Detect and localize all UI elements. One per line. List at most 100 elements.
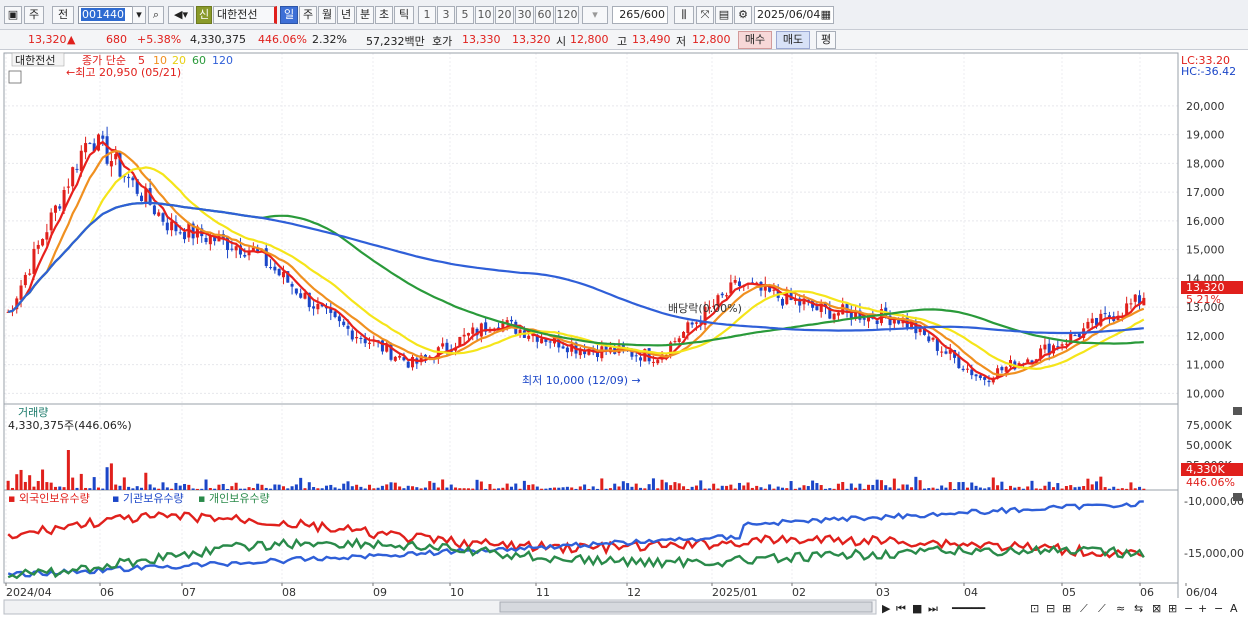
- volume-bar: [544, 488, 548, 490]
- candle-body: [647, 348, 651, 362]
- interval-30[interactable]: 30: [515, 6, 534, 24]
- speaker-icon[interactable]: ◀▾: [168, 6, 194, 24]
- buy-button[interactable]: 매수: [738, 31, 772, 49]
- tool-8-icon[interactable]: ⊠: [1152, 602, 1161, 615]
- period-day[interactable]: 일: [280, 6, 298, 24]
- interval-3[interactable]: 3: [437, 6, 455, 24]
- volume-bar: [656, 488, 660, 490]
- cross-icon[interactable]: ⤧: [696, 6, 714, 24]
- volume-bar: [316, 488, 320, 490]
- period-month[interactable]: 월: [318, 6, 336, 24]
- tool-6-icon[interactable]: ≈: [1116, 602, 1125, 615]
- candle-body: [355, 336, 359, 339]
- quote-bar: 13,320 ▲ 680 +5.38% 4,330,375 446.06% 2.…: [0, 30, 1248, 50]
- tool-9-icon[interactable]: ⊞: [1168, 602, 1177, 615]
- zoom-out-icon[interactable]: −: [1184, 602, 1193, 615]
- tool-2-icon[interactable]: ⊟: [1046, 602, 1055, 615]
- chart-menu-icon[interactable]: ▣: [4, 6, 22, 24]
- volume-bar: [535, 486, 539, 490]
- volume-bar: [867, 484, 871, 490]
- volume-bar: [987, 487, 991, 490]
- search-icon[interactable]: ⌕: [148, 6, 164, 24]
- candle-body: [686, 322, 690, 333]
- period-tick[interactable]: 틱: [394, 6, 414, 24]
- zoom-in-icon[interactable]: +: [1198, 602, 1207, 615]
- volume-bar: [277, 484, 281, 490]
- interval-120[interactable]: 120: [555, 6, 579, 24]
- tool-1-icon[interactable]: ⊡: [1030, 602, 1039, 615]
- calendar-icon[interactable]: ▦: [821, 7, 831, 23]
- stock-name-field[interactable]: 대한전선: [213, 6, 277, 24]
- candle-body: [780, 298, 784, 306]
- candle-body: [303, 292, 307, 299]
- volume-bar: [290, 486, 294, 490]
- candle-body: [152, 205, 156, 215]
- holdings-panel-close-icon[interactable]: [1233, 493, 1242, 501]
- volume-bar: [879, 480, 883, 490]
- scope-select[interactable]: 전: [52, 6, 74, 24]
- candle-body: [75, 168, 79, 170]
- interval-1[interactable]: 1: [418, 6, 436, 24]
- volume-bar: [643, 488, 647, 490]
- period-week[interactable]: 주: [299, 6, 317, 24]
- candle-body: [548, 341, 552, 343]
- volume-bar: [922, 488, 926, 490]
- candle-body: [380, 340, 384, 352]
- period-year[interactable]: 년: [337, 6, 355, 24]
- low-marker: 최저 10,000 (12/09) →: [522, 374, 641, 387]
- volume-bar: [892, 478, 896, 490]
- volume-bar: [294, 484, 298, 490]
- candle-type-icon[interactable]: ⫼: [674, 6, 694, 24]
- stop-icon[interactable]: ■: [912, 602, 922, 615]
- tool-4-icon[interactable]: ⟋: [1080, 602, 1088, 615]
- zoom-slider-icon[interactable]: ━━━━━: [951, 602, 985, 615]
- minus-icon[interactable]: −: [1214, 602, 1223, 615]
- open-value: 12,800: [570, 33, 609, 46]
- market-select[interactable]: 주: [24, 6, 44, 24]
- gear-icon[interactable]: ⚙: [734, 6, 752, 24]
- date-field[interactable]: 2025/06/04 ▦: [754, 6, 834, 24]
- sell-button[interactable]: 매도: [776, 31, 810, 49]
- volume-bar: [307, 482, 311, 490]
- volume-bar: [733, 488, 737, 490]
- tool-7-icon[interactable]: ⇆: [1134, 602, 1143, 615]
- volume-bar: [1112, 486, 1116, 490]
- volume-bar: [415, 487, 419, 490]
- volume-bar: [849, 483, 853, 490]
- candle-body: [71, 167, 75, 187]
- interval-custom[interactable]: ▾: [582, 6, 608, 24]
- candle-body: [725, 295, 729, 297]
- change-pct: +5.38%: [137, 33, 182, 46]
- volume-bar: [6, 480, 10, 490]
- code-dropdown-icon[interactable]: ▾: [132, 6, 146, 24]
- volume-panel-close-icon[interactable]: [1233, 407, 1242, 415]
- period-second[interactable]: 초: [375, 6, 393, 24]
- scroll-start-icon[interactable]: ⏮: [896, 602, 906, 615]
- tool-5-icon[interactable]: ⟋: [1098, 602, 1106, 615]
- period-minute[interactable]: 분: [356, 6, 374, 24]
- interval-5[interactable]: 5: [456, 6, 474, 24]
- price-value: 13,320: [28, 33, 67, 46]
- volume-bar: [996, 485, 1000, 490]
- candle-body: [49, 212, 53, 231]
- volume-bar: [204, 479, 208, 490]
- volume-bar: [1086, 478, 1090, 490]
- hc-label: HC:-36.42: [1181, 65, 1236, 78]
- font-size-icon[interactable]: A: [1230, 602, 1238, 615]
- tool-3-icon[interactable]: ⊞: [1062, 602, 1071, 615]
- interval-60[interactable]: 60: [535, 6, 554, 24]
- eval-button[interactable]: 평: [816, 31, 836, 49]
- scroll-end-icon[interactable]: ⏭: [928, 602, 938, 615]
- interval-20[interactable]: 20: [495, 6, 514, 24]
- amount: 57,232백만: [366, 35, 425, 48]
- volume-bar: [1056, 483, 1060, 490]
- scrollbar-thumb[interactable]: [499, 601, 873, 613]
- save-icon[interactable]: ▤: [715, 6, 733, 24]
- interval-10[interactable]: 10: [475, 6, 494, 24]
- volume-title: 거래량: [18, 406, 48, 419]
- scroll-right-icon[interactable]: ▶: [882, 602, 891, 615]
- volume-bar: [471, 488, 475, 490]
- panel-settings-icon[interactable]: [8, 70, 22, 84]
- candle-body: [32, 248, 36, 274]
- count-field[interactable]: 265/600: [612, 6, 668, 24]
